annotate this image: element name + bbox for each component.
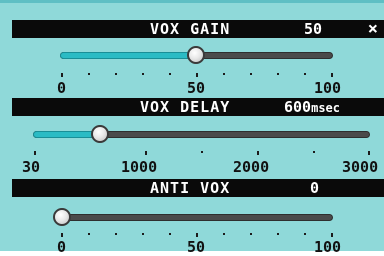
vox-gain-fill <box>60 52 196 59</box>
vox-delay-value-group: 600msec <box>284 98 340 117</box>
tick <box>115 233 117 235</box>
vox-delay-knob[interactable] <box>91 125 109 143</box>
tick <box>115 73 117 75</box>
vox-gain-scale-label-mid: 50 <box>187 79 206 97</box>
vox-gain-scale-label-max: 100 <box>314 79 342 97</box>
tick <box>34 151 36 155</box>
vox-gain-knob[interactable] <box>187 46 205 64</box>
anti-vox-scale-label-min: 0 <box>57 238 67 256</box>
tick <box>201 151 203 153</box>
anti-vox-scale-label-max: 100 <box>314 238 342 256</box>
tick <box>61 233 63 237</box>
tick <box>223 73 225 75</box>
tick <box>368 151 370 155</box>
tick <box>142 233 144 235</box>
tick <box>257 151 259 155</box>
vox-delay-scale-label-1000: 1000 <box>121 158 158 176</box>
vox-gain-value: 50 <box>304 20 323 38</box>
anti-vox-header: ANTI VOX 0 <box>12 179 384 197</box>
tick <box>169 73 171 75</box>
vox-gain-title: VOX GAIN <box>150 20 231 38</box>
tick <box>304 233 306 235</box>
tick <box>88 73 90 75</box>
vox-delay-header: VOX DELAY 600msec <box>12 98 384 116</box>
anti-vox-title: ANTI VOX <box>150 179 231 197</box>
tick <box>304 73 306 75</box>
close-icon[interactable]: × <box>368 20 378 38</box>
anti-vox-scale-label-mid: 50 <box>187 238 206 256</box>
tick <box>313 151 315 153</box>
tick <box>331 73 333 77</box>
vox-delay-scale-label-min: 30 <box>22 158 41 176</box>
tick <box>250 233 252 235</box>
tick <box>61 73 63 77</box>
vox-gain-scale-label-min: 0 <box>57 79 67 97</box>
tick <box>277 233 279 235</box>
tick <box>196 73 198 77</box>
tick <box>145 151 147 155</box>
tick <box>277 73 279 75</box>
vox-settings-panel: VOX GAIN 50 × 0 50 100 VOX DELAY 600msec <box>0 0 384 255</box>
tick <box>88 233 90 235</box>
anti-vox-value: 0 <box>310 179 320 197</box>
vox-delay-scale-label-2000: 2000 <box>233 158 270 176</box>
anti-vox-track[interactable] <box>60 214 333 221</box>
tick <box>142 73 144 75</box>
vox-delay-value: 600 <box>284 98 312 116</box>
tick <box>223 233 225 235</box>
vox-delay-title: VOX DELAY <box>140 98 231 116</box>
tick <box>169 233 171 235</box>
tick <box>250 73 252 75</box>
vox-gain-header: VOX GAIN 50 × <box>12 20 384 38</box>
tick <box>331 233 333 237</box>
anti-vox-knob[interactable] <box>53 208 71 226</box>
vox-delay-scale-label-max: 3000 <box>342 158 379 176</box>
vox-delay-unit: msec <box>311 101 340 115</box>
tick <box>196 233 198 237</box>
